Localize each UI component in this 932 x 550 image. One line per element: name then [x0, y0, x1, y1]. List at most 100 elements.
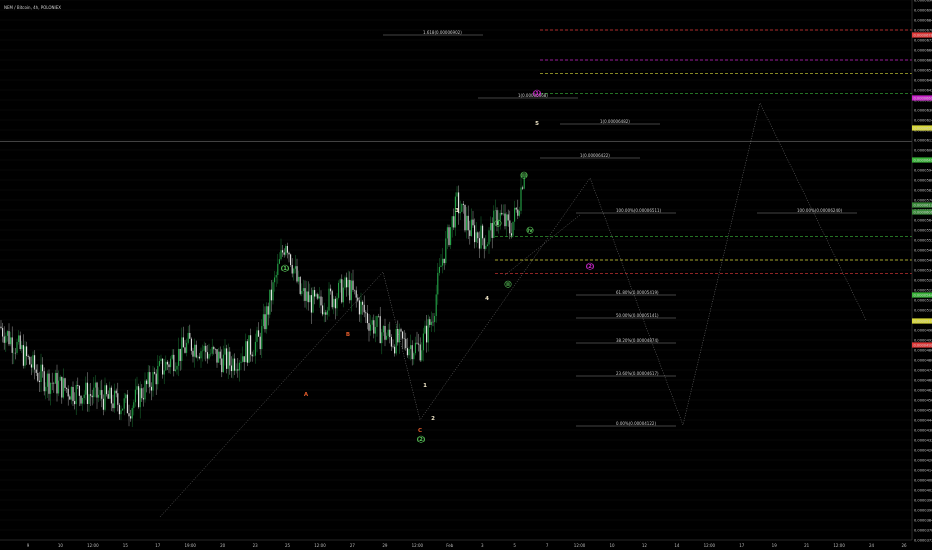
- candle-body: [363, 304, 365, 313]
- wave-label: B: [346, 332, 350, 338]
- wave-label: 1: [423, 383, 427, 389]
- candle-body: [250, 335, 252, 355]
- candle-body: [509, 220, 511, 234]
- candle-body: [493, 210, 495, 238]
- time-tick-label: 3: [481, 543, 484, 548]
- time-tick-label: 27: [350, 543, 356, 548]
- candle-body: [22, 345, 24, 366]
- wave-label-text: (2): [586, 264, 595, 270]
- time-tick-label: 12:00: [87, 543, 99, 548]
- candle-body: [24, 346, 26, 366]
- candle-body: [510, 233, 512, 236]
- candle-body: [283, 252, 285, 255]
- price-tick-label: 0.00005220: [914, 288, 932, 292]
- candle-body: [518, 210, 520, 216]
- candle-body: [387, 329, 389, 336]
- candle-body: [352, 280, 354, 290]
- candle-body: [365, 312, 367, 314]
- time-tick-label: 20: [220, 543, 226, 548]
- price-tick-label: 0.00005100: [914, 308, 932, 312]
- price-tick-label: 0.00004140: [914, 468, 932, 472]
- candle-body: [261, 326, 263, 350]
- candle-body: [83, 394, 85, 399]
- candle-body: [366, 313, 368, 324]
- candle-body: [374, 326, 376, 334]
- candle-body: [85, 382, 87, 395]
- candle-body: [66, 387, 68, 389]
- time-tick-label: 17: [739, 543, 745, 548]
- candle-body: [46, 373, 48, 387]
- wave-label-text: 4: [485, 296, 489, 302]
- price-badge-text: 0.00006780: [914, 33, 932, 37]
- candle-body: [389, 329, 391, 338]
- candle-body: [99, 390, 101, 395]
- price-tick-label: 0.00006840: [914, 18, 932, 22]
- time-tick-label: 5: [513, 543, 516, 548]
- candle-body: [330, 288, 332, 292]
- candle-body: [152, 372, 154, 391]
- candle-body: [48, 373, 50, 394]
- time-tick-label: 14: [674, 543, 680, 548]
- time-tick-label: 7: [546, 543, 549, 548]
- candle-body: [395, 328, 397, 354]
- candle-body: [333, 298, 335, 308]
- candle-body: [123, 398, 125, 409]
- time-tick-label: 12: [642, 543, 648, 548]
- candle-body: [256, 330, 258, 342]
- candle-body: [248, 335, 250, 363]
- candle-body: [50, 382, 52, 394]
- candle-body: [312, 290, 314, 313]
- price-tick-label: 0.00005580: [914, 228, 932, 232]
- candle-body: [27, 356, 29, 357]
- candle-body: [11, 337, 13, 353]
- time-tick-label: 23: [253, 543, 259, 548]
- candle-body: [274, 277, 276, 283]
- candle-body: [131, 408, 133, 419]
- candle-body: [360, 301, 362, 315]
- candle-body: [296, 266, 298, 282]
- candle-body: [154, 372, 156, 374]
- candle-body: [90, 394, 92, 396]
- candle-body: [38, 380, 40, 382]
- price-tick-label: 0.00005880: [914, 178, 932, 182]
- fib-label: 0.00%(0.00004122): [616, 421, 656, 426]
- price-tick-label: 0.00003780: [914, 528, 932, 532]
- price-tick-label: 0.00006300: [914, 108, 932, 112]
- time-tick-label: 24: [869, 543, 875, 548]
- candle-body: [10, 337, 12, 345]
- candle-body: [293, 268, 295, 274]
- candle-body: [3, 336, 5, 343]
- candle-body: [461, 203, 463, 212]
- candle-body: [419, 344, 421, 361]
- candle-body: [166, 361, 168, 365]
- price-tick-label: 0.00006960: [914, 0, 932, 2]
- wave-label-text: iii: [521, 173, 527, 179]
- candle-body: [269, 289, 271, 315]
- candle-body: [216, 349, 218, 363]
- candle-body: [226, 348, 228, 369]
- fib-label: 23.60%(0.00004617): [616, 371, 659, 376]
- candle-body: [390, 337, 392, 347]
- candle-body: [126, 394, 128, 414]
- candle-body: [134, 389, 136, 403]
- price-tick-label: 0.00005760: [914, 198, 932, 202]
- price-tick-label: 0.00003960: [914, 498, 932, 502]
- candle-body: [195, 344, 197, 358]
- candle-body: [158, 361, 160, 366]
- price-tick-label: 0.00004860: [914, 348, 932, 352]
- candle-body: [280, 250, 282, 260]
- candle-body: [240, 361, 242, 363]
- candle-body: [370, 324, 372, 331]
- chart-root: 1.618(0.00006902) 1(0.00006568) 1(0.000064…: [0, 0, 932, 550]
- candle-body: [264, 314, 266, 330]
- candle-body: [74, 401, 76, 405]
- candle-body: [221, 358, 223, 373]
- candle-body: [6, 331, 8, 336]
- candle-body: [446, 227, 448, 239]
- candle-body: [30, 364, 32, 368]
- candlestick-chart[interactable]: 1.618(0.00006902)1(0.00006568)1(0.000064…: [0, 0, 932, 550]
- candle-body: [94, 382, 96, 388]
- wave-label: (2): [586, 262, 595, 270]
- candle-body: [106, 385, 108, 395]
- candle-body: [170, 358, 172, 368]
